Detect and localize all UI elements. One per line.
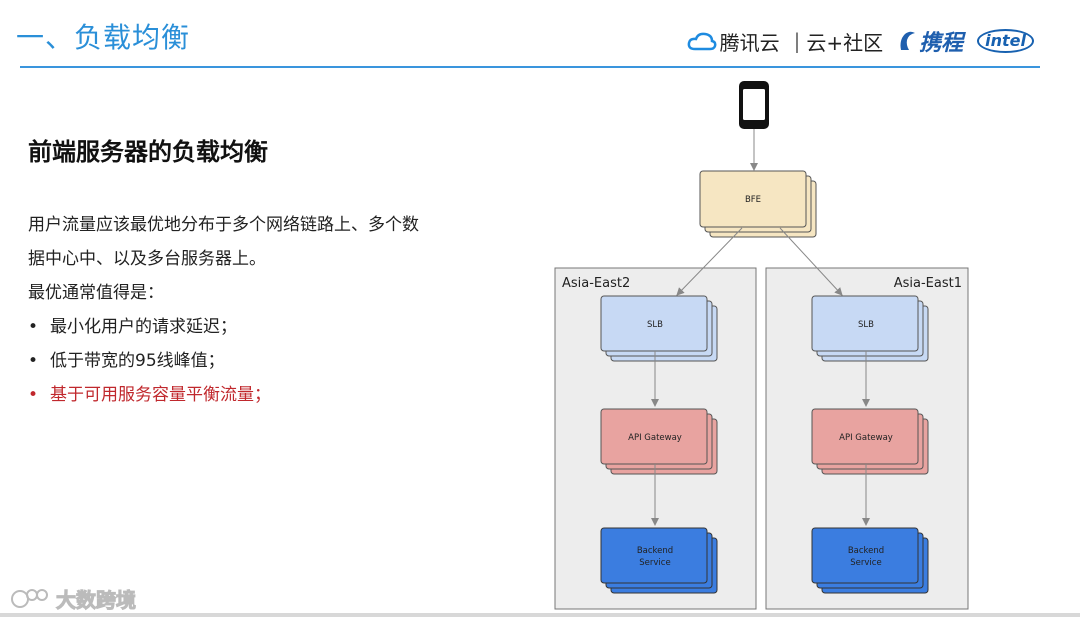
- backend-label-line1: Backend: [848, 546, 884, 556]
- backend-label-line2: Service: [850, 558, 881, 568]
- bfe-label: BFE: [745, 195, 761, 205]
- backend-label-line1: Backend: [637, 546, 673, 556]
- slb-label: SLB: [858, 320, 874, 330]
- api-gateway-node: API Gateway: [811, 408, 929, 475]
- slb-node: SLB: [600, 295, 718, 362]
- watermark-text: 大数跨境: [56, 588, 137, 613]
- api-gateway-label: API Gateway: [628, 433, 682, 443]
- watermark-logo-icon: [11, 588, 48, 608]
- watermark: 大数跨境: [10, 584, 137, 613]
- region-label-asia-east1: Asia-East1: [894, 276, 962, 291]
- backend-label-line2: Service: [639, 558, 670, 568]
- architecture-diagram: BFE Asia-East2 Asia-East1 SLB API Gatewa…: [554, 81, 969, 610]
- slb-label: SLB: [647, 320, 663, 330]
- region-label-asia-east2: Asia-East2: [562, 276, 630, 291]
- bfe-node: BFE: [699, 170, 817, 238]
- api-gateway-label: API Gateway: [839, 433, 893, 443]
- slb-node: SLB: [811, 295, 929, 362]
- backend-service-node: Backend Service: [811, 527, 929, 594]
- api-gateway-node: API Gateway: [600, 408, 718, 475]
- bottom-bar: [0, 613, 1080, 617]
- backend-service-node: Backend Service: [600, 527, 718, 594]
- smartphone-icon: [739, 81, 769, 129]
